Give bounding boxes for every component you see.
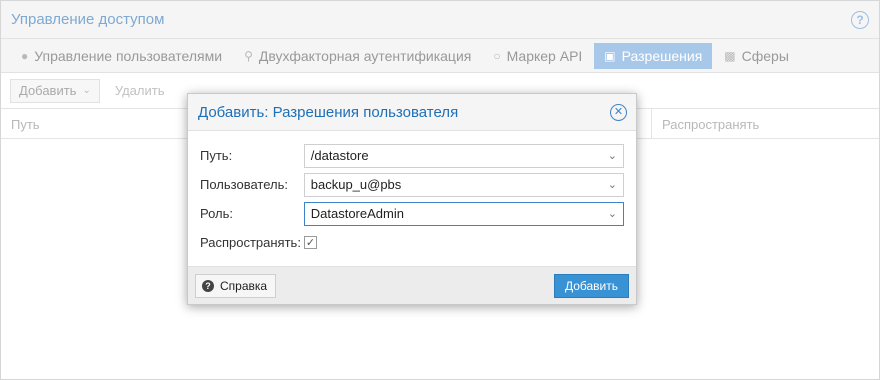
user-value: backup_u@pbs (310, 177, 402, 192)
role-combobox[interactable]: DatastoreAdmin ⌄ (303, 201, 624, 226)
propagate-checkbox[interactable]: ✓ (304, 236, 317, 249)
submit-add-button[interactable]: Добавить (553, 273, 629, 298)
add-menu-label: Добавить (19, 83, 77, 98)
user-icon: ● (21, 48, 29, 63)
propagate-label: Распространять: (200, 235, 301, 250)
address-book-icon: ▩ (724, 48, 736, 63)
tab-label: Управление пользователями (34, 47, 223, 64)
user-label: Пользователь: (200, 177, 288, 192)
path-row: Путь: /datastore ⌄ (200, 141, 624, 170)
key-icon: ⚲ (244, 48, 253, 63)
user-outline-icon: ○ (493, 48, 501, 63)
user-combobox[interactable]: backup_u@pbs ⌄ (303, 172, 624, 197)
column-header-propagate[interactable]: Распространять (651, 109, 759, 139)
path-value: /datastore (310, 148, 369, 163)
tab-label: Разрешения (621, 47, 703, 64)
tab-bar: ● Управление пользователями ⚲ Двухфактор… (1, 39, 879, 73)
path-label: Путь: (200, 148, 233, 163)
remove-button[interactable]: Удалить (106, 79, 174, 103)
tab-api-token[interactable]: ○ Маркер API (483, 43, 592, 69)
role-row: Роль: DatastoreAdmin ⌄ (200, 199, 624, 228)
submit-label: Добавить (564, 278, 618, 293)
help-button[interactable]: ? Справка (195, 273, 277, 298)
propagate-row: Распространять: ✓ (200, 228, 624, 257)
tab-user-management[interactable]: ● Управление пользователями (11, 43, 232, 69)
close-icon[interactable]: ✕ (610, 103, 627, 121)
chevron-down-icon[interactable]: ⌄ (608, 178, 617, 191)
question-circle-icon[interactable]: ? (851, 10, 869, 29)
add-menu-button[interactable]: Добавить ⌄ (10, 78, 100, 103)
chevron-down-icon[interactable]: ⌄ (608, 207, 617, 220)
help-label: Справка (220, 278, 268, 293)
unlock-icon: ▣ (604, 48, 616, 63)
question-icon: ? (202, 279, 214, 292)
tab-realms[interactable]: ▩ Сферы (714, 43, 799, 69)
tab-label: Сферы (741, 47, 789, 64)
panel-title: Управление доступом (11, 11, 165, 28)
chevron-down-icon[interactable]: ⌄ (608, 149, 617, 162)
dialog-body: Путь: /datastore ⌄ Пользователь: backup_… (188, 131, 636, 267)
role-label: Роль: (200, 206, 234, 221)
user-row: Пользователь: backup_u@pbs ⌄ (200, 170, 624, 199)
tab-label: Двухфакторная аутентификация (258, 47, 472, 64)
column-header-path[interactable]: Путь (1, 109, 40, 139)
tab-label: Маркер API (506, 47, 583, 64)
panel-header: Управление доступом ? (1, 1, 879, 39)
add-permission-dialog: Добавить: Разрешения пользователя ✕ Путь… (187, 93, 637, 305)
remove-label: Удалить (114, 83, 165, 98)
chevron-down-icon: ⌄ (82, 85, 91, 96)
dialog-title: Добавить: Разрешения пользователя (198, 103, 459, 121)
dialog-header: Добавить: Разрешения пользователя ✕ (188, 94, 636, 131)
role-value: DatastoreAdmin (310, 206, 404, 221)
tab-permissions[interactable]: ▣ Разрешения (594, 42, 713, 69)
path-combobox[interactable]: /datastore ⌄ (303, 143, 624, 168)
dialog-footer: ? Справка Добавить (188, 266, 636, 304)
tab-two-factor[interactable]: ⚲ Двухфакторная аутентификация (234, 43, 481, 69)
